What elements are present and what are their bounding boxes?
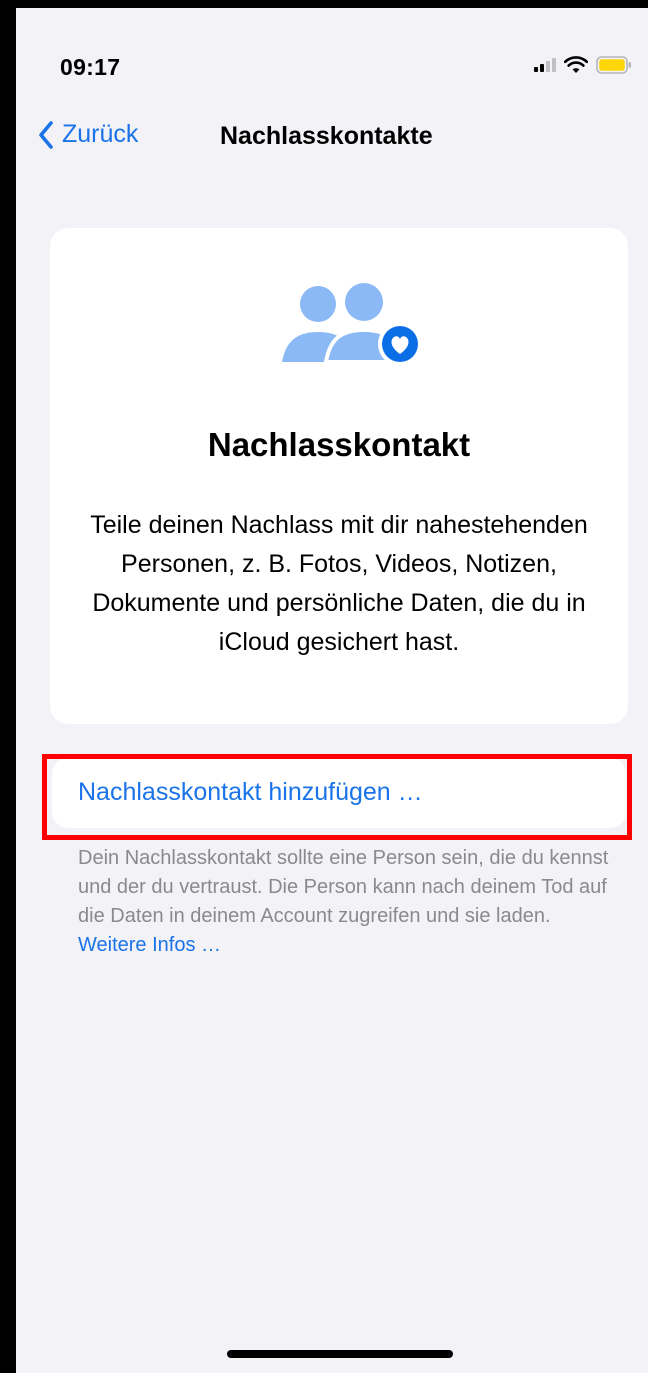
wifi-icon (564, 56, 588, 73)
info-card: Nachlasskontakt Teile deinen Nachlass mi… (50, 228, 628, 724)
back-button[interactable]: Zurück (38, 120, 138, 149)
back-label: Zurück (62, 120, 139, 148)
highlight-box (42, 754, 632, 840)
status-icons (534, 56, 632, 74)
card-title: Nachlasskontakt (207, 426, 471, 463)
status-time: 09:17 (60, 54, 121, 80)
chevron-left-icon (39, 120, 53, 149)
signal-icon (534, 58, 556, 72)
page-title: Nachlasskontakte (220, 122, 433, 150)
battery-icon (596, 56, 631, 74)
people-heart-icon (282, 283, 422, 366)
footer-text: Dein Nachlasskontakt sollte eine Person … (78, 844, 618, 960)
screen: 09:17 Zurück Nachlasskontakte Nachlassko… (16, 8, 648, 1373)
more-info-link[interactable]: Weitere Infos … (78, 934, 221, 956)
home-indicator[interactable] (227, 1350, 453, 1358)
card-description: Teile deinen Nachlass mit dir nahestehen… (90, 511, 588, 656)
footer-description: Dein Nachlasskontakt sollte eine Person … (78, 847, 609, 927)
